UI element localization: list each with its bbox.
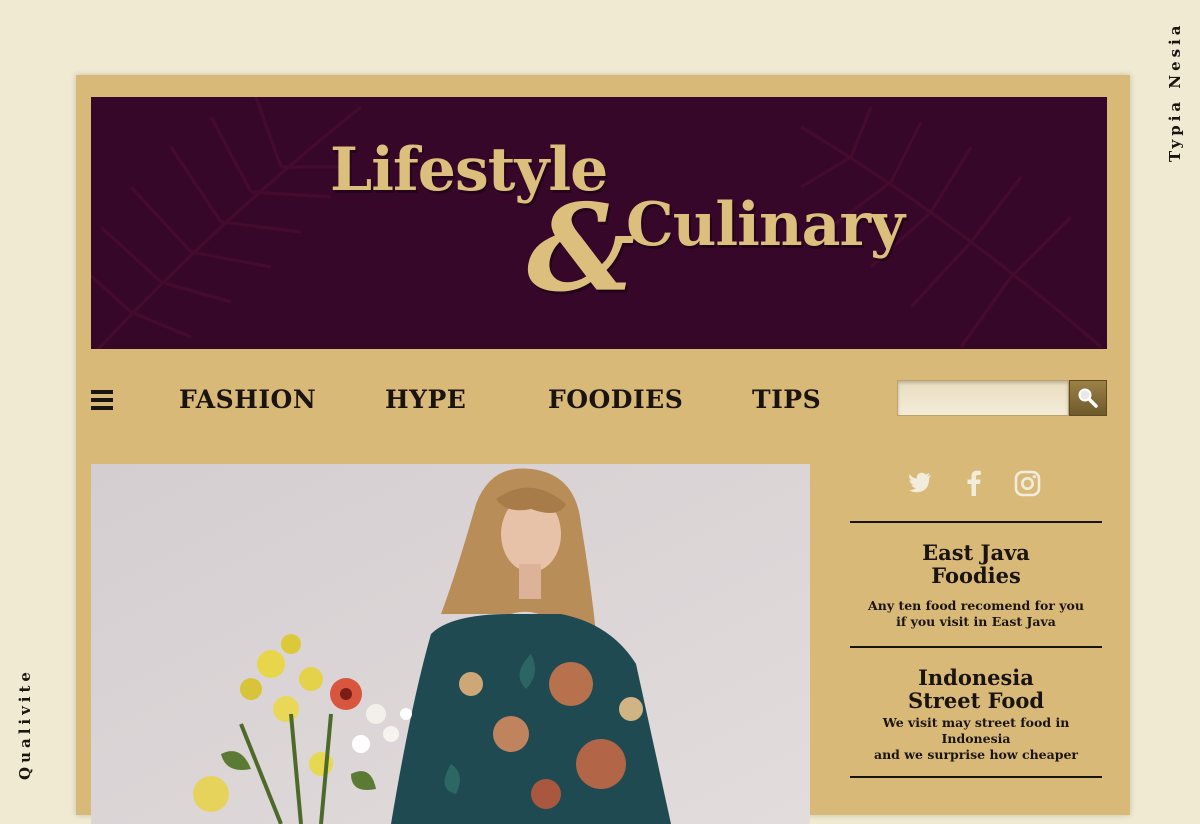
article-title-line: Indonesia xyxy=(918,665,1034,690)
fashion-model-image xyxy=(91,464,810,824)
header-banner: Lifestyle & Culinary xyxy=(91,97,1107,349)
article-description-line: if you visit in East Java xyxy=(896,614,1056,629)
article-title-line: Foodies xyxy=(931,563,1021,588)
article-description-line: We visit may street food in Indonesia xyxy=(882,715,1070,746)
article-description-line: Any ten food recomend for you xyxy=(868,598,1084,613)
facebook-icon[interactable] xyxy=(966,470,982,496)
search-icon xyxy=(1078,388,1098,408)
twitter-icon[interactable] xyxy=(908,472,932,494)
brand-label-left: Qualivite xyxy=(16,668,34,780)
site-title-culinary: Culinary xyxy=(626,190,905,260)
article-title-line: East Java xyxy=(922,540,1030,565)
palm-leaf-decoration xyxy=(91,97,362,349)
sidebar-divider xyxy=(850,646,1102,648)
search-input[interactable] xyxy=(897,380,1069,416)
sidebar-divider xyxy=(850,776,1102,778)
article-description: Any ten food recomend for you if you vis… xyxy=(850,598,1102,630)
nav-item-fashion[interactable]: FASHION xyxy=(179,385,316,414)
nav-item-foodies[interactable]: FOODIES xyxy=(548,385,683,414)
sidebar-divider xyxy=(850,521,1102,523)
instagram-icon[interactable] xyxy=(1014,470,1041,497)
nav-item-tips[interactable]: TIPS xyxy=(752,385,821,414)
article-title-line: Street Food xyxy=(907,688,1045,713)
nav-item-hype[interactable]: HYPE xyxy=(385,385,466,414)
social-links xyxy=(908,470,1048,500)
search-button[interactable] xyxy=(1069,380,1107,416)
brand-label-right: Typia Nesia xyxy=(1166,22,1184,163)
article-title-indonesia-street-food[interactable]: Indonesia Street Food xyxy=(850,666,1102,712)
hamburger-menu-icon[interactable] xyxy=(91,390,113,410)
article-description: We visit may street food in Indonesia an… xyxy=(850,715,1102,763)
website-mockup: Lifestyle & Culinary FASHION HYPE FOODIE… xyxy=(76,75,1130,824)
main-navigation: FASHION HYPE FOODIES TIPS xyxy=(91,375,1107,425)
article-description-line: and we surprise how cheaper xyxy=(873,747,1079,762)
site-title-ampersand: & xyxy=(527,178,636,319)
hero-photo xyxy=(91,464,810,824)
article-title-east-java-foodies[interactable]: East Java Foodies xyxy=(850,541,1102,587)
